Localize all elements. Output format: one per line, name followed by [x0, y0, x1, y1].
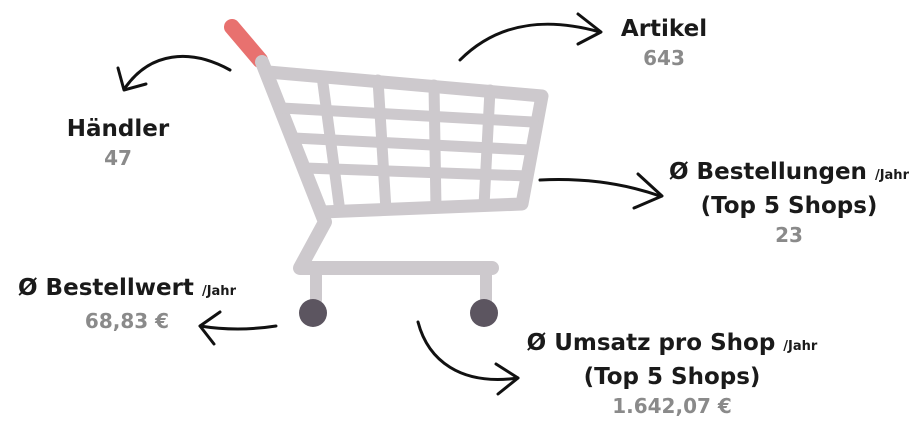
- stat-value: 1.642,07 €: [612, 394, 732, 418]
- stat-label: Ø Bestellungen: [669, 159, 867, 185]
- stat-bestellwert: Ø Bestellwert /Jahr 68,83 €: [2, 273, 252, 335]
- stat-value: 68,83 €: [84, 309, 170, 333]
- stat-suffix: /Jahr: [783, 339, 818, 354]
- stat-suffix: /Jahr: [874, 168, 909, 183]
- shopping-cart-icon: [224, 19, 549, 327]
- stat-umsatz: Ø Umsatz pro Shop /Jahr (Top 5 Shops) 1.…: [512, 328, 832, 420]
- stat-label: Händler: [66, 116, 170, 142]
- stat-bestellungen: Ø Bestellungen /Jahr (Top 5 Shops) 23: [658, 157, 920, 249]
- stat-sub: (Top 5 Shops): [583, 364, 761, 390]
- stat-suffix: /Jahr: [201, 284, 236, 299]
- stat-artikel: Artikel 643: [612, 14, 716, 72]
- stat-value: 23: [775, 223, 803, 247]
- stat-value: 47: [104, 146, 132, 170]
- stat-label: Ø Umsatz pro Shop: [526, 330, 776, 356]
- arrow-icon: [416, 320, 520, 396]
- arrow-icon: [116, 54, 232, 92]
- stat-haendler: Händler 47: [54, 114, 182, 172]
- stat-value: 643: [643, 46, 685, 70]
- arrow-icon: [538, 172, 664, 210]
- arrow-icon: [458, 12, 603, 62]
- stat-label: Artikel: [620, 16, 708, 42]
- stat-label: Ø Bestellwert: [18, 275, 194, 301]
- stat-sub: (Top 5 Shops): [700, 193, 878, 219]
